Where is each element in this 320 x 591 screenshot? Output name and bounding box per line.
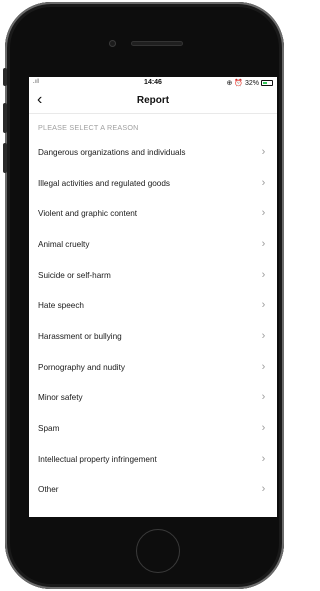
chevron-right-icon: ›	[261, 452, 266, 465]
volume-up-button	[3, 103, 7, 133]
reason-label: Minor safety	[38, 393, 83, 403]
reason-label: Other	[38, 485, 59, 495]
volume-down-button	[3, 143, 7, 173]
reason-item[interactable]: Other ›	[29, 475, 277, 506]
chevron-right-icon: ›	[261, 207, 266, 220]
reason-label: Violent and graphic content	[38, 209, 138, 219]
reason-label: Spam	[38, 424, 60, 434]
chevron-right-icon: ›	[261, 145, 266, 158]
page-title: Report	[136, 95, 170, 106]
reason-label: Harassment or bullying	[38, 331, 122, 341]
chevron-right-icon: ›	[261, 360, 266, 373]
reason-item[interactable]: Animal cruelty ›	[29, 229, 277, 260]
status-right-indicators: ⊕ ⏰ 32%	[227, 79, 273, 87]
reason-item[interactable]: Violent and graphic content ›	[29, 198, 277, 229]
chevron-right-icon: ›	[261, 483, 266, 496]
reason-label: Pornography and nudity	[38, 362, 125, 372]
reason-item[interactable]: Hate speech ›	[29, 290, 277, 321]
reason-item[interactable]: Dangerous organizations and individuals ›	[29, 137, 277, 168]
reason-label: Hate speech	[38, 301, 84, 311]
front-camera	[109, 40, 116, 47]
reason-item[interactable]: Illegal activities and regulated goods ›	[29, 168, 277, 199]
reason-label: Dangerous organizations and individuals	[38, 147, 186, 157]
chevron-right-icon: ›	[261, 299, 266, 312]
chevron-right-icon: ›	[261, 329, 266, 342]
reason-item[interactable]: Spam ›	[29, 413, 277, 444]
chevron-right-icon: ›	[261, 176, 266, 189]
chevron-right-icon: ›	[261, 422, 266, 435]
reason-list: Dangerous organizations and individuals ›…	[29, 137, 277, 505]
earpiece-speaker	[131, 41, 183, 46]
reason-item[interactable]: Suicide or self-harm ›	[29, 260, 277, 291]
status-bar: .ıl 14:46 ⊕ ⏰ 32%	[29, 77, 277, 89]
section-label: PLEASE SELECT A REASON	[38, 123, 139, 132]
chevron-right-icon: ›	[261, 391, 266, 404]
mute-switch	[3, 68, 7, 86]
reason-label: Illegal activities and regulated goods	[38, 178, 170, 188]
reason-item[interactable]: Intellectual property infringement ›	[29, 444, 277, 475]
screen: .ıl 14:46 ⊕ ⏰ 32% ‹ Report PLEASE SELECT…	[29, 77, 277, 517]
reason-item[interactable]: Harassment or bullying ›	[29, 321, 277, 352]
chevron-right-icon: ›	[261, 237, 266, 250]
reason-item[interactable]: Minor safety ›	[29, 383, 277, 414]
chevron-right-icon: ›	[261, 268, 266, 281]
reason-item[interactable]: Pornography and nudity ›	[29, 352, 277, 383]
reason-label: Suicide or self-harm	[38, 270, 111, 280]
status-icons-text: ⊕ ⏰ 32%	[226, 80, 259, 87]
battery-icon	[261, 80, 273, 86]
home-button[interactable]	[136, 529, 180, 573]
navigation-bar: ‹ Report	[29, 89, 277, 114]
reason-label: Animal cruelty	[38, 239, 90, 249]
reason-label: Intellectual property infringement	[38, 454, 157, 464]
